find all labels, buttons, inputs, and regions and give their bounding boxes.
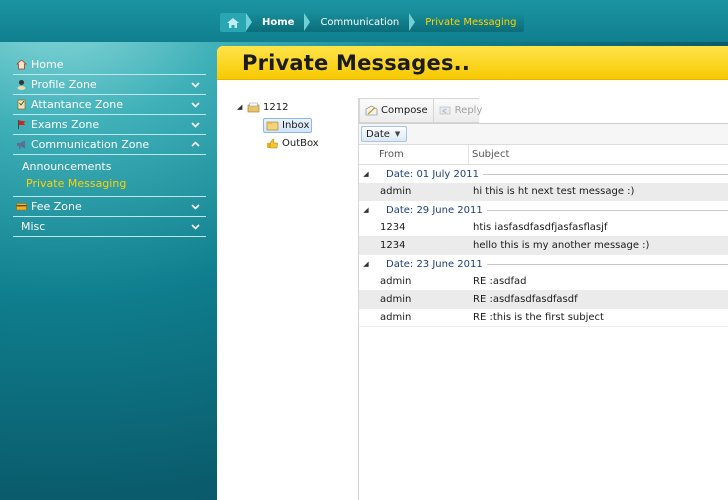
compose-icon [365, 105, 378, 116]
breadcrumb-communication[interactable]: Communication [304, 13, 416, 32]
reply-label: Reply [454, 105, 483, 116]
sidebar-item-label: Misc [21, 220, 46, 233]
outbox-thumb-icon [267, 138, 278, 148]
collapse-triangle-icon[interactable]: ◢ [359, 260, 371, 268]
main-panel: Private Messages.. ◢ 1212 Inbox OutBox C… [217, 46, 728, 500]
collapse-triangle-icon[interactable]: ◢ [359, 170, 371, 178]
collapse-triangle-icon[interactable]: ◢ [237, 103, 247, 111]
tree-node-label: OutBox [282, 137, 319, 149]
table-row[interactable]: admin RE :asdfad [359, 273, 728, 291]
flag-icon [18, 120, 26, 129]
cell-from: admin [380, 294, 412, 305]
chevron-down-icon [191, 82, 200, 88]
grouping-panel: Date ▼ [359, 123, 728, 145]
breadcrumb-home-icon[interactable] [220, 13, 252, 32]
sidebar-item-label: Exams Zone [31, 118, 100, 131]
table-row[interactable]: 1234 hello this is my another message :) [359, 237, 728, 255]
cell-subject: RE :asdfad [473, 276, 527, 287]
reply-icon [439, 106, 450, 115]
sidebar-item-label: Profile Zone [31, 78, 97, 91]
table-row[interactable]: admin hi this is ht next test message :) [359, 183, 728, 201]
sidebar-item-label: Home [31, 58, 64, 71]
sidebar-item-home[interactable]: Home [13, 55, 206, 75]
inbox-folder-icon [266, 121, 279, 130]
tree-node-label: Inbox [282, 119, 310, 131]
tree-node-label: 1212 [263, 101, 289, 113]
sidebar-item-label: Communication Zone [31, 138, 150, 151]
cell-subject: RE :this is the first subject [473, 312, 604, 323]
column-headers: From Subject [359, 145, 728, 165]
sidebar-item-misc[interactable]: Misc [13, 217, 206, 237]
cell-subject: hi this is ht next test message :) [473, 186, 635, 197]
sidebar-item-exams-zone[interactable]: Exams Zone [13, 115, 206, 135]
sidebar-item-label: Attantance Zone [31, 98, 124, 111]
table-row[interactable]: admin RE :asdfasdfasdfasdf [359, 291, 728, 309]
sidebar-item-fee-zone[interactable]: Fee Zone [13, 197, 206, 217]
tree-node-root[interactable]: ◢ 1212 [237, 98, 355, 116]
cell-subject: htis iasfasdfasdfjasfasflasjf [473, 222, 608, 233]
group-label: Date: 23 June 2011 [386, 258, 483, 270]
group-header[interactable]: ◢ Date: 29 June 2011 [359, 201, 728, 219]
group-by-date-chip[interactable]: Date ▼ [361, 126, 408, 142]
panel-header: Private Messages.. [217, 46, 728, 80]
cell-from: admin [380, 276, 412, 287]
compose-button[interactable]: Compose [360, 99, 433, 122]
attendance-icon [17, 99, 26, 110]
group-label: Date: 29 June 2011 [386, 204, 483, 216]
group-header[interactable]: ◢ Date: 23 June 2011 [359, 255, 728, 273]
communication-submenu: Announcements Private Messaging [13, 155, 206, 197]
breadcrumb-private-messaging: Private Messaging [409, 13, 524, 32]
breadcrumb-home-label: Home [262, 17, 295, 28]
sidebar-item-communication-zone[interactable]: Communication Zone [13, 135, 206, 155]
group-chip-label: Date [366, 128, 390, 140]
sidebar-item-profile-zone[interactable]: Profile Zone [13, 75, 206, 95]
cell-from: 1234 [380, 240, 406, 251]
compose-label: Compose [381, 105, 428, 116]
breadcrumb: Home Communication Private Messaging [220, 13, 525, 32]
tree-node-inbox[interactable]: Inbox [237, 116, 355, 134]
house-icon [227, 17, 239, 28]
chevron-up-icon [191, 141, 200, 147]
cell-from: admin [380, 312, 412, 323]
card-icon [16, 203, 27, 211]
tree-node-inbox-selected[interactable]: Inbox [263, 117, 313, 133]
reply-button[interactable]: Reply [432, 99, 488, 122]
dropdown-arrow-icon: ▼ [394, 130, 401, 138]
chevron-down-icon [191, 204, 200, 210]
cell-subject: RE :asdfasdfasdfasdf [473, 294, 578, 305]
megaphone-icon [17, 140, 25, 149]
breadcrumb-communication-label: Communication [320, 17, 400, 28]
page-title: Private Messages.. [242, 50, 471, 75]
chevron-down-icon [191, 102, 200, 108]
column-header-label: From [379, 149, 404, 160]
sidebar-item-label: Fee Zone [31, 200, 82, 213]
folder-stack-icon [247, 102, 260, 112]
collapse-triangle-icon[interactable]: ◢ [359, 206, 371, 214]
table-row[interactable]: admin RE :this is the first subject [359, 309, 728, 327]
group-header[interactable]: ◢ Date: 01 July 2011 [359, 165, 728, 183]
breadcrumb-current-label: Private Messaging [425, 17, 517, 28]
sidebar-subitem-private-messaging[interactable]: Private Messaging [13, 175, 206, 192]
column-header-subject[interactable]: Subject [469, 149, 509, 160]
table-row[interactable]: 1234 htis iasfasdfasdfjasfasflasjf [359, 219, 728, 237]
chevron-down-icon [191, 224, 200, 230]
sidebar-subitem-announcements[interactable]: Announcements [13, 158, 206, 175]
cell-subject: hello this is my another message :) [473, 240, 650, 251]
profile-icon [17, 80, 26, 90]
sidebar: Home Profile Zone Attantance Zone Exams … [13, 55, 206, 237]
cell-from: 1234 [380, 222, 406, 233]
column-header-label: Subject [472, 149, 510, 160]
message-toolbar: Compose Reply [359, 98, 482, 123]
chevron-down-icon [191, 122, 200, 128]
group-label: Date: 01 July 2011 [386, 168, 479, 180]
house-icon [16, 59, 27, 70]
message-list-area: Compose Reply Date ▼ From Subject ◢ Date… [358, 98, 728, 500]
cell-from: admin [380, 186, 412, 197]
tree-node-outbox[interactable]: OutBox [237, 134, 355, 152]
breadcrumb-home[interactable]: Home [246, 13, 311, 32]
folder-tree: ◢ 1212 Inbox OutBox [237, 98, 355, 152]
column-header-from[interactable]: From [359, 145, 469, 164]
sidebar-item-attantance-zone[interactable]: Attantance Zone [13, 95, 206, 115]
